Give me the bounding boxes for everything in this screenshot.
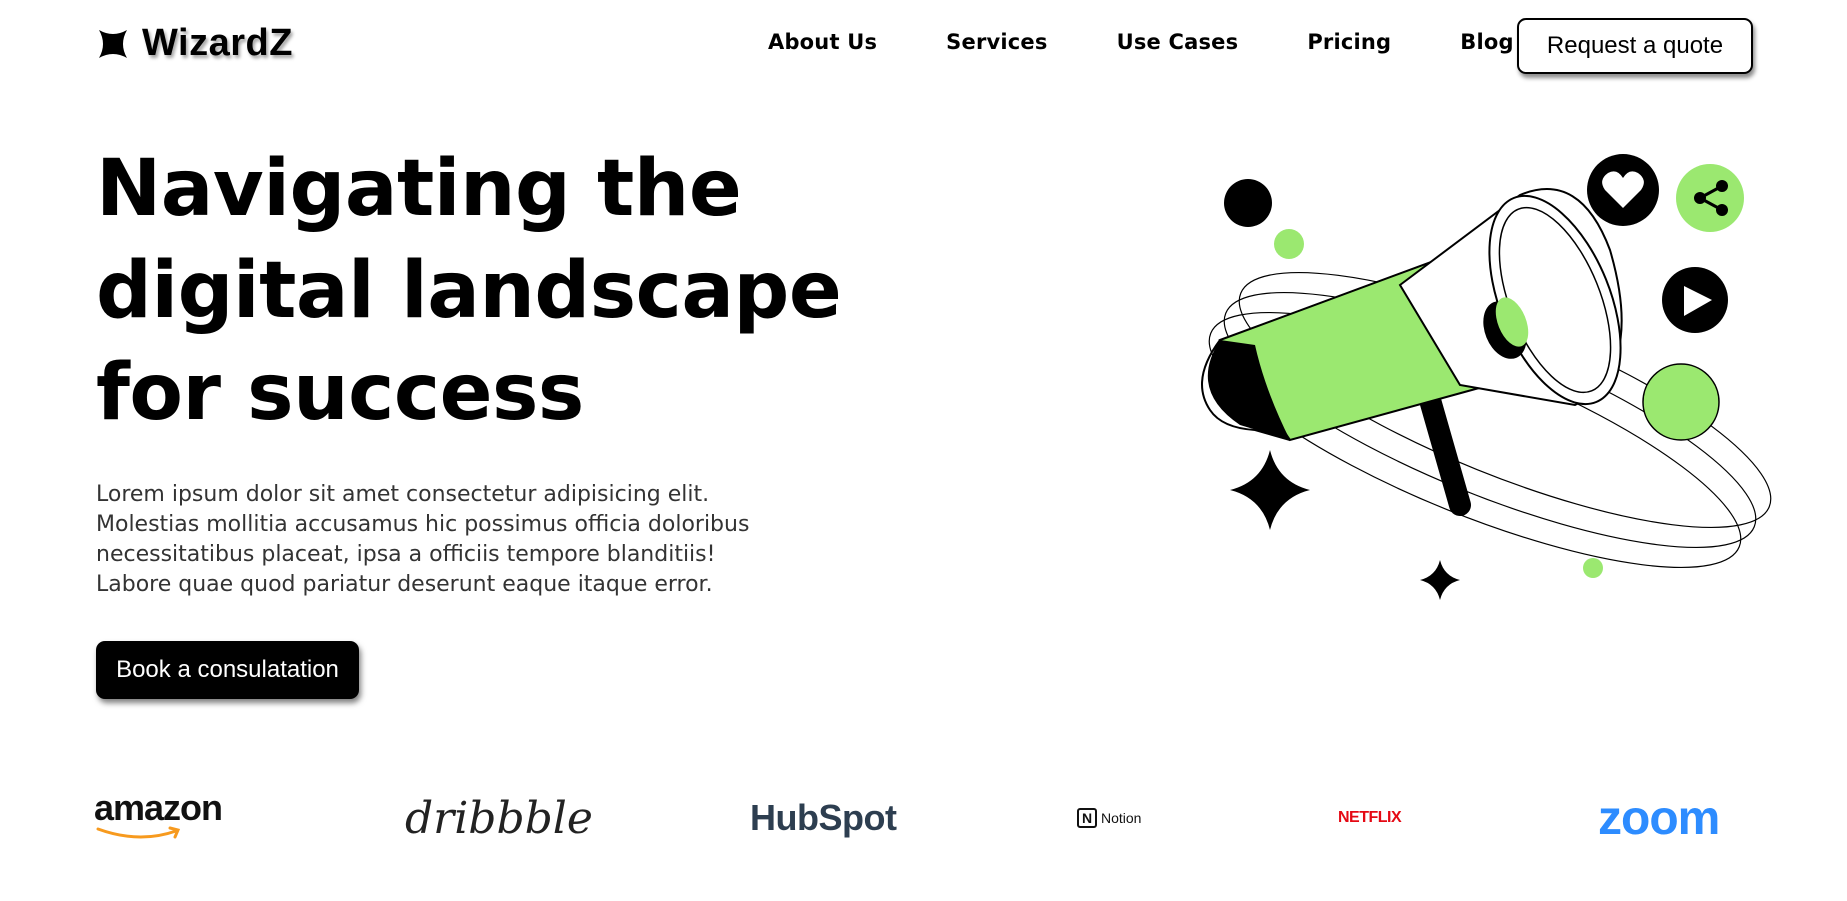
hero-title-line: Navigating the xyxy=(96,144,742,234)
nav-about-us[interactable]: About Us xyxy=(768,30,877,54)
hero-description: Lorem ipsum dolor sit amet consectetur a… xyxy=(96,480,816,600)
megaphone-icon xyxy=(1201,188,1623,442)
nav-pricing[interactable]: Pricing xyxy=(1307,30,1391,54)
amazon-logo-text: amazon xyxy=(94,787,223,828)
sparkle-icon xyxy=(1230,450,1310,530)
hero-description-line: necessitatibus placeat, ipsa a officiis … xyxy=(96,542,716,567)
brand-name: WizardZ xyxy=(142,22,293,64)
hero-title: Navigating the digital landscape for suc… xyxy=(96,138,856,444)
heart-icon xyxy=(1587,154,1659,226)
sparkle-icon xyxy=(1420,560,1460,600)
netflix-logo: NETFLIX xyxy=(1338,809,1402,826)
play-icon xyxy=(1662,267,1728,333)
dot-green xyxy=(1274,229,1304,259)
dot-green-large xyxy=(1642,363,1720,441)
request-quote-button[interactable]: Request a quote xyxy=(1517,18,1753,74)
main-nav: About Us Services Use Cases Pricing Blog xyxy=(768,30,1514,54)
notion-logo: N Notion xyxy=(1077,790,1141,846)
megaphone-illustration xyxy=(1201,154,1772,600)
book-consultation-button[interactable]: Book a consulatation xyxy=(96,641,359,699)
dot-green xyxy=(1583,558,1603,578)
brand-logo[interactable]: WizardZ xyxy=(96,22,293,65)
four-point-star-icon xyxy=(99,29,127,58)
megaphone-handle xyxy=(1419,389,1471,516)
zoom-logo: zoom xyxy=(1598,791,1720,845)
hero-title-line: for success xyxy=(96,348,584,438)
notion-logo-text: Notion xyxy=(1101,810,1142,826)
share-icon xyxy=(1676,164,1744,232)
hero-description-line: Labore quae quod pariatur deserunt eaque… xyxy=(96,572,713,597)
amazon-logo: amazon xyxy=(94,787,223,846)
nav-blog[interactable]: Blog xyxy=(1460,30,1513,54)
nav-use-cases[interactable]: Use Cases xyxy=(1117,30,1239,54)
nav-services[interactable]: Services xyxy=(946,30,1047,54)
hero-title-line: digital landscape xyxy=(96,246,842,336)
hero-description-line: Lorem ipsum dolor sit amet consectetur a… xyxy=(96,482,710,507)
hero-description-line: Molestias mollitia accusamus hic possimu… xyxy=(96,512,750,537)
dot-black xyxy=(1224,179,1272,227)
amazon-smile-icon xyxy=(96,826,181,839)
dribbble-logo: dribbble xyxy=(405,792,593,844)
notion-icon: N xyxy=(1077,808,1097,828)
hubspot-logo: HubSpot xyxy=(750,797,897,838)
